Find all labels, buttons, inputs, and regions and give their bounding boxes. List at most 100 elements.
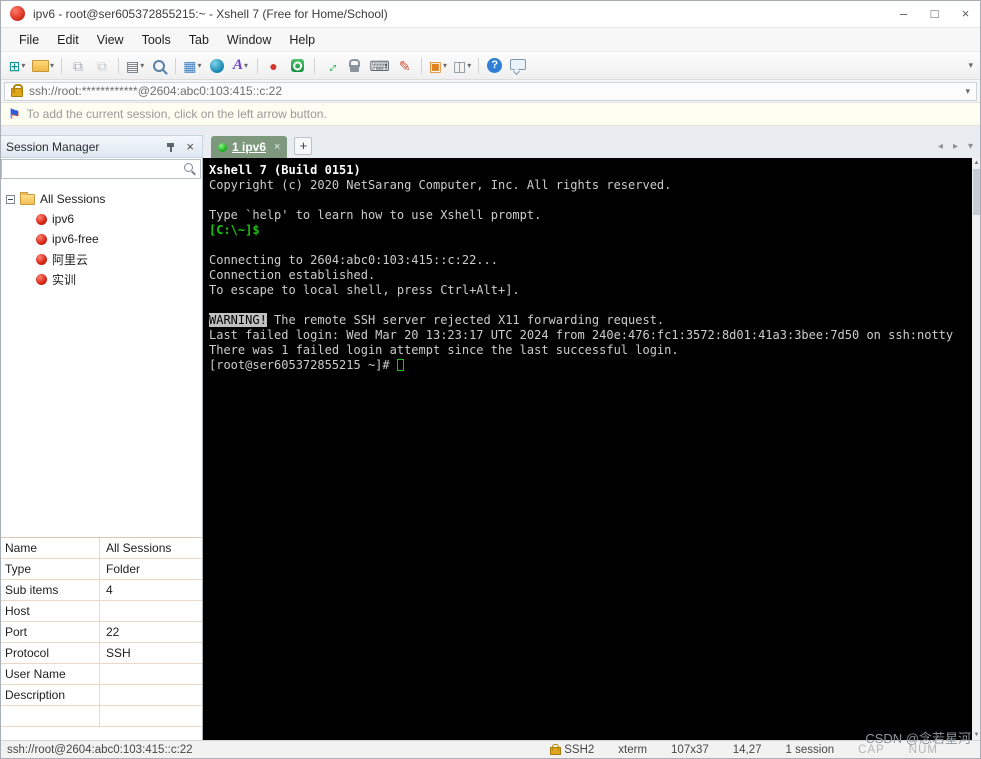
toolbar: ⊞ ▾ ▾ ⧉ ⧉ ▤ ▾ ▦ ▾ A ▾ ● ↔ ⌨ ✎ ▣ ▾ ◫ ▾ ? … <box>0 52 981 80</box>
collapse-toggle-icon[interactable] <box>6 194 15 204</box>
session-manager-header: Session Manager × <box>0 135 203 158</box>
new-file-icon[interactable]: ▣ ▾ <box>427 55 449 77</box>
pin-icon[interactable] <box>165 141 177 153</box>
keyboard-icon[interactable]: ⌨ <box>368 55 392 77</box>
prop-protocol: Protocol SSH <box>0 643 202 664</box>
terminal-output[interactable]: Xshell 7 (Build 0151) Copyright (c) 2020 … <box>203 158 972 740</box>
xftp-icon[interactable] <box>287 55 309 77</box>
lock-icon[interactable] <box>344 55 366 77</box>
copy-icon[interactable]: ⧉ <box>67 55 89 77</box>
menu-edit[interactable]: Edit <box>48 28 88 51</box>
session-label: 实训 <box>52 272 77 287</box>
tab-menu-icon[interactable]: ▾ <box>968 141 973 152</box>
status-cursor-position: 14,27 <box>732 744 762 756</box>
close-button[interactable]: × <box>950 0 981 27</box>
session-ipv6[interactable]: ipv6 <box>0 209 202 229</box>
session-aliyun[interactable]: 阿里云 <box>0 249 202 269</box>
info-bar: ⚑ To add the current session, click on t… <box>0 103 981 126</box>
terminal-area: Xshell 7 (Build 0151) Copyright (c) 2020 … <box>203 158 981 740</box>
xshell-app-icon <box>10 6 25 21</box>
ssh-lock-icon <box>550 744 562 756</box>
maximize-button[interactable]: □ <box>919 0 950 27</box>
paste-icon[interactable]: ⧉ <box>91 55 113 77</box>
csdn-watermark: CSDN @念若星河 <box>865 731 971 746</box>
dropdown-caret-icon: ▾ <box>197 61 202 70</box>
property-label <box>0 706 100 726</box>
tile-windows-icon[interactable]: ◫ ▾ <box>451 55 473 77</box>
tab-close-icon[interactable]: × <box>274 141 280 153</box>
properties-icon[interactable]: ▤ ▾ <box>124 55 146 77</box>
menu-item-label: Help <box>289 32 316 47</box>
property-value: 22 <box>106 625 120 639</box>
menu-tools[interactable]: Tools <box>133 28 180 51</box>
title-bar: ipv6 - root@ser605372855215:~ - Xshell 7… <box>0 0 981 28</box>
tree-item-all-sessions[interactable]: All Sessions <box>0 189 202 209</box>
property-value: SSH <box>106 646 131 660</box>
status-session-count: 1 session <box>785 744 835 756</box>
menu-item-label: Tools <box>141 32 171 47</box>
menu-tab[interactable]: Tab <box>180 28 218 51</box>
open-icon[interactable]: ▾ <box>30 55 56 77</box>
property-label: Protocol <box>0 643 100 663</box>
toolbar-overflow-button[interactable]: ▾ <box>968 60 975 71</box>
dropdown-caret-icon: ▾ <box>21 61 26 70</box>
menu-help[interactable]: Help <box>280 28 324 51</box>
minimize-button[interactable]: – <box>888 0 919 27</box>
highlight-pen-icon[interactable]: ✎ <box>394 55 416 77</box>
prop-host: Host <box>0 601 202 622</box>
session-manager-title: Session Manager <box>6 139 100 154</box>
scrollbar-up-icon[interactable]: ▲ <box>972 158 981 168</box>
terminal-scrollbar[interactable]: ▲ ▼ <box>972 158 981 740</box>
menu-item-label: Window <box>226 32 272 47</box>
globe-icon[interactable] <box>206 55 228 77</box>
status-protocol: SSH2 <box>550 744 594 756</box>
prop-port: Port 22 <box>0 622 202 643</box>
session-manager-close-button[interactable]: × <box>184 140 196 153</box>
property-value <box>100 685 202 705</box>
menu-window[interactable]: Window <box>218 28 280 51</box>
session-search-input[interactable] <box>2 162 183 176</box>
find-icon[interactable] <box>148 55 170 77</box>
property-value <box>100 706 202 726</box>
prop-description: Description <box>0 685 202 706</box>
session-ipv6-free[interactable]: ipv6-free <box>0 229 202 249</box>
prop-sub-items: Sub items 4 <box>0 580 202 601</box>
address-text: ssh://root:************@2604:abc0:103:41… <box>29 84 283 98</box>
tab-ipv6[interactable]: 1 ipv6 × <box>211 136 288 158</box>
scrollbar-down-icon[interactable]: ▼ <box>972 730 981 740</box>
property-label: Description <box>0 685 100 705</box>
layout-icon[interactable]: ▦ ▾ <box>181 55 203 77</box>
tab-scroll-left-icon[interactable]: ◂ <box>938 141 943 152</box>
fullscreen-icon[interactable]: ↔ <box>320 55 342 77</box>
new-session-icon[interactable]: ⊞ ▾ <box>6 55 28 77</box>
tab-scroll-right-icon[interactable]: ▸ <box>953 141 958 152</box>
toolbar-separator <box>420 57 422 74</box>
menu-view[interactable]: View <box>88 28 133 51</box>
scrollbar-thumb[interactable] <box>973 169 980 215</box>
window-title: ipv6 - root@ser605372855215:~ - Xshell 7… <box>33 6 388 21</box>
toolbar-separator <box>175 57 177 74</box>
property-label: User Name <box>0 664 100 684</box>
address-field[interactable]: ssh://root:************@2604:abc0:103:41… <box>4 81 977 101</box>
disconnect-icon[interactable]: ● <box>263 55 285 77</box>
property-value: All Sessions <box>106 541 172 555</box>
lock-icon <box>11 84 23 98</box>
toolbar-separator <box>313 57 315 74</box>
menu-file[interactable]: File <box>10 28 48 51</box>
font-icon[interactable]: A ▾ <box>230 55 252 77</box>
session-manager-panel: All Sessions ipv6 ipv6-free 阿里云 实训 Name … <box>0 158 203 740</box>
address-bar: ssh://root:************@2604:abc0:103:41… <box>0 80 981 103</box>
property-label: Type <box>0 559 100 579</box>
new-tab-button[interactable]: + <box>294 136 313 155</box>
dropdown-caret-icon: ▾ <box>442 61 447 70</box>
flag-icon: ⚑ <box>8 106 20 121</box>
xshell-session-icon <box>36 253 47 265</box>
session-shixun[interactable]: 实训 <box>0 269 202 289</box>
help-icon[interactable]: ? <box>487 58 503 73</box>
property-label: Name <box>0 538 100 558</box>
toolbar-separator <box>256 57 258 74</box>
address-dropdown-icon[interactable]: ▾ <box>965 86 970 97</box>
status-terminal-size: 107x37 <box>671 744 709 756</box>
window-controls: – □ × <box>888 0 981 27</box>
feedback-icon[interactable] <box>507 55 529 77</box>
